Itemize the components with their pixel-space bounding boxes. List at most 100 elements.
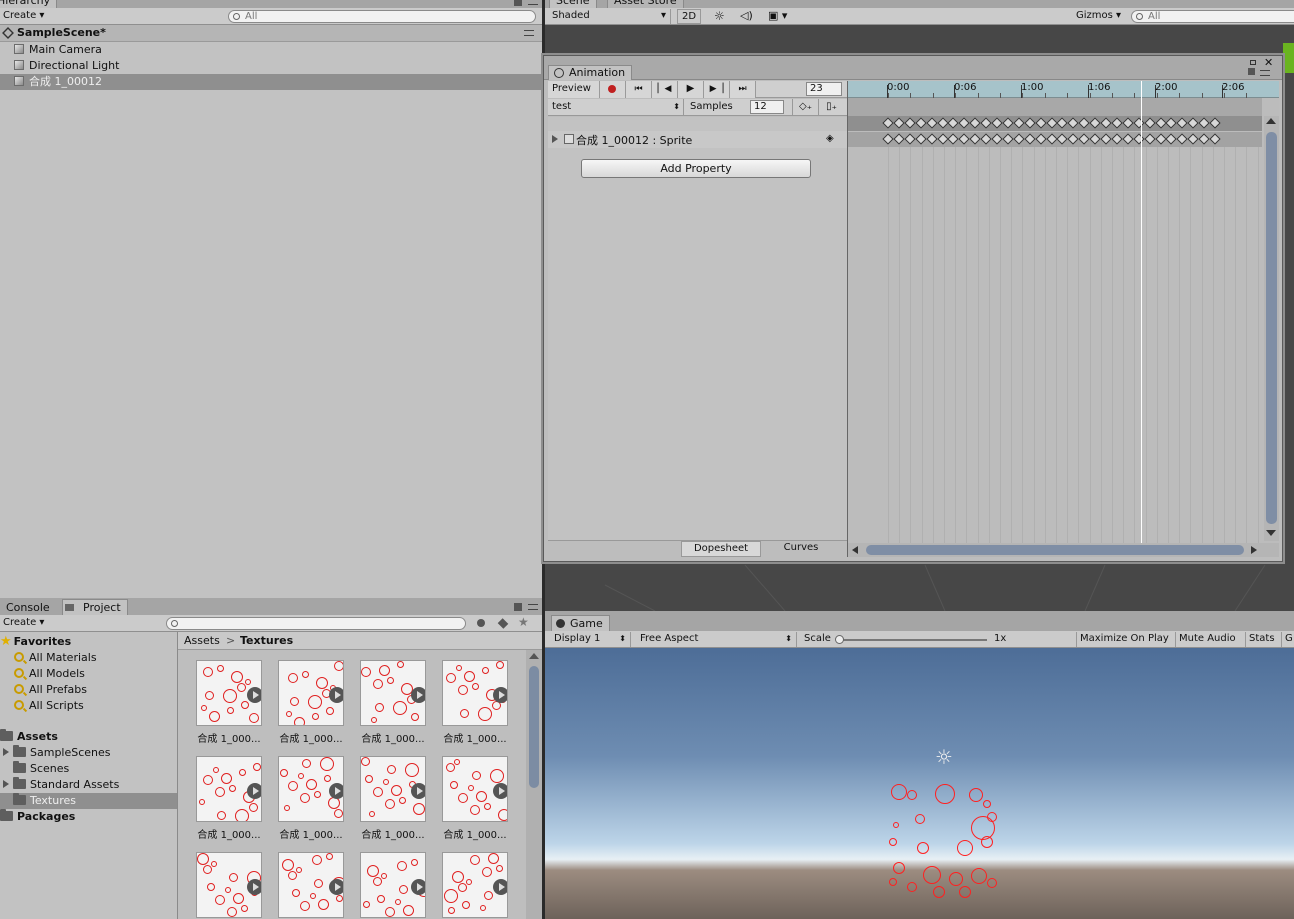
curves-tab[interactable]: Curves (761, 541, 841, 557)
keyframe-toggle-icon[interactable]: ◈ (826, 133, 834, 144)
keyframe-diamond[interactable] (915, 133, 927, 145)
play-icon[interactable] (493, 879, 507, 895)
time-ruler[interactable]: 0:00 0:06 1:00 1:06 2:00 2:06 (848, 81, 1279, 98)
tab-hierarchy[interactable]: Hierarchy (0, 0, 58, 8)
tab-game[interactable]: Game (551, 615, 610, 631)
dopesheet-tab[interactable]: Dopesheet (681, 541, 761, 557)
keyframe-diamond[interactable] (1078, 133, 1090, 145)
breadcrumb-current[interactable]: Textures (240, 632, 293, 649)
shading-mode-dropdown[interactable]: Shaded ▾ (549, 9, 671, 24)
create-button[interactable]: Create ▾ (0, 9, 47, 24)
texture-thumbnail[interactable] (278, 756, 344, 822)
audio-toggle-icon[interactable]: ◁) (737, 9, 756, 24)
keyframe-diamond[interactable] (1078, 117, 1090, 129)
preview-toggle-button[interactable]: Preview (548, 81, 600, 98)
keyframe-diamond[interactable] (969, 133, 981, 145)
keyframe-diamond[interactable] (958, 133, 970, 145)
expand-arrow-icon[interactable] (3, 780, 9, 788)
scene-menu-icon[interactable] (524, 30, 534, 36)
keyframe-diamond[interactable] (1143, 117, 1156, 129)
add-property-button[interactable]: Add Property (581, 159, 811, 178)
scene-gizmo-icon[interactable] (1283, 43, 1294, 73)
keyframe-diamond[interactable] (1013, 117, 1025, 129)
keyframe-diamond[interactable] (882, 117, 894, 129)
keyframe-diamond[interactable] (1024, 133, 1036, 145)
tab-console[interactable]: Console (0, 600, 56, 615)
keyframe-diamond[interactable] (893, 133, 905, 145)
texture-thumbnail[interactable] (442, 852, 508, 918)
last-key-button[interactable]: ⏭ (730, 81, 756, 98)
menu-icon[interactable] (528, 604, 538, 610)
packages-header[interactable]: Packages (0, 809, 75, 825)
keyframe-diamond[interactable] (1143, 133, 1156, 145)
display-dropdown[interactable]: Display 1 ⬍ (551, 632, 631, 647)
stats-toggle[interactable]: Stats (1245, 632, 1278, 647)
keyframe-diamond[interactable] (904, 117, 916, 129)
keyframe-diamond[interactable] (980, 117, 992, 129)
property-row[interactable]: 合成 1_00012 : Sprite ◈ (548, 131, 847, 148)
hierarchy-item-directional-light[interactable]: Directional Light (0, 58, 542, 74)
play-icon[interactable] (493, 783, 507, 799)
lock-icon[interactable] (514, 603, 522, 611)
dopesheet-vscroll[interactable] (1264, 116, 1279, 541)
label-tag-icon[interactable] (496, 617, 510, 630)
keyframe-diamond[interactable] (1133, 117, 1145, 129)
lighting-toggle-icon[interactable]: ☼ (711, 9, 728, 24)
expand-arrow-icon[interactable] (552, 135, 558, 143)
scroll-thumb[interactable] (529, 666, 539, 788)
keyframe-diamond[interactable] (893, 117, 905, 129)
keyframe-diamond[interactable] (1111, 117, 1123, 129)
texture-thumbnail[interactable] (442, 756, 508, 822)
dopesheet-hscroll[interactable] (848, 543, 1279, 557)
menu-icon[interactable] (1260, 70, 1270, 76)
keyframe-diamond[interactable] (1122, 133, 1134, 145)
breadcrumb-root[interactable]: Assets (184, 632, 220, 649)
playhead[interactable] (1141, 81, 1142, 557)
keyframe-diamond[interactable] (882, 133, 894, 145)
keyframe-diamond[interactable] (1034, 117, 1047, 129)
keyframe-diamond[interactable] (904, 133, 916, 145)
texture-thumbnail[interactable] (196, 852, 262, 918)
texture-thumbnail[interactable] (360, 660, 426, 726)
maximize-on-play-toggle[interactable]: Maximize On Play (1076, 632, 1172, 647)
play-icon[interactable] (493, 687, 507, 703)
folder-scenes[interactable]: Scenes (0, 761, 69, 777)
texture-thumbnail[interactable] (360, 852, 426, 918)
keyframe-diamond[interactable] (1133, 133, 1145, 145)
gizmos-toggle[interactable]: G (1281, 632, 1294, 647)
texture-thumbnail[interactable] (196, 660, 262, 726)
keyframe-diamond[interactable] (1111, 133, 1123, 145)
play-button[interactable]: ▶ (678, 81, 704, 98)
keyframe-diamond[interactable] (1100, 117, 1112, 129)
scroll-left-icon[interactable] (852, 546, 858, 554)
samples-input[interactable]: 12 (750, 100, 784, 114)
lock-icon[interactable] (1248, 68, 1255, 75)
record-button[interactable] (600, 81, 626, 98)
event-strip[interactable] (848, 98, 1262, 116)
play-icon[interactable] (247, 687, 261, 703)
2d-toggle-button[interactable]: 2D (677, 9, 701, 24)
play-icon[interactable] (411, 783, 425, 799)
dopesheet-area[interactable]: 0:00 0:06 1:00 1:06 2:00 2:06 (848, 81, 1279, 557)
keyframe-diamond[interactable] (1067, 117, 1079, 129)
scale-slider-handle[interactable] (835, 635, 844, 644)
project-create-button[interactable]: Create ▾ (0, 616, 47, 631)
play-icon[interactable] (329, 783, 343, 799)
favorite-all-materials[interactable]: All Materials (0, 650, 97, 666)
gizmos-dropdown[interactable]: Gizmos ▾ (1073, 9, 1124, 24)
expand-arrow-icon[interactable] (3, 748, 9, 756)
keyframe-diamond[interactable] (1209, 117, 1221, 129)
play-icon[interactable] (329, 687, 343, 703)
keyframe-diamond[interactable] (1100, 133, 1112, 145)
game-viewport[interactable]: ☼ (545, 648, 1294, 919)
folder-standard-assets[interactable]: Standard Assets (0, 777, 119, 793)
keyframe-diamond[interactable] (1089, 133, 1101, 145)
scroll-down-icon[interactable] (1266, 530, 1276, 536)
add-event-button[interactable]: ▯₊ (818, 99, 844, 116)
first-key-button[interactable]: ⏮ (626, 81, 652, 98)
lock-icon[interactable] (514, 0, 522, 6)
project-search-input[interactable] (166, 617, 466, 630)
texture-thumbnail[interactable] (442, 660, 508, 726)
texture-thumbnail[interactable] (196, 756, 262, 822)
keyframe-diamond[interactable] (925, 117, 938, 129)
